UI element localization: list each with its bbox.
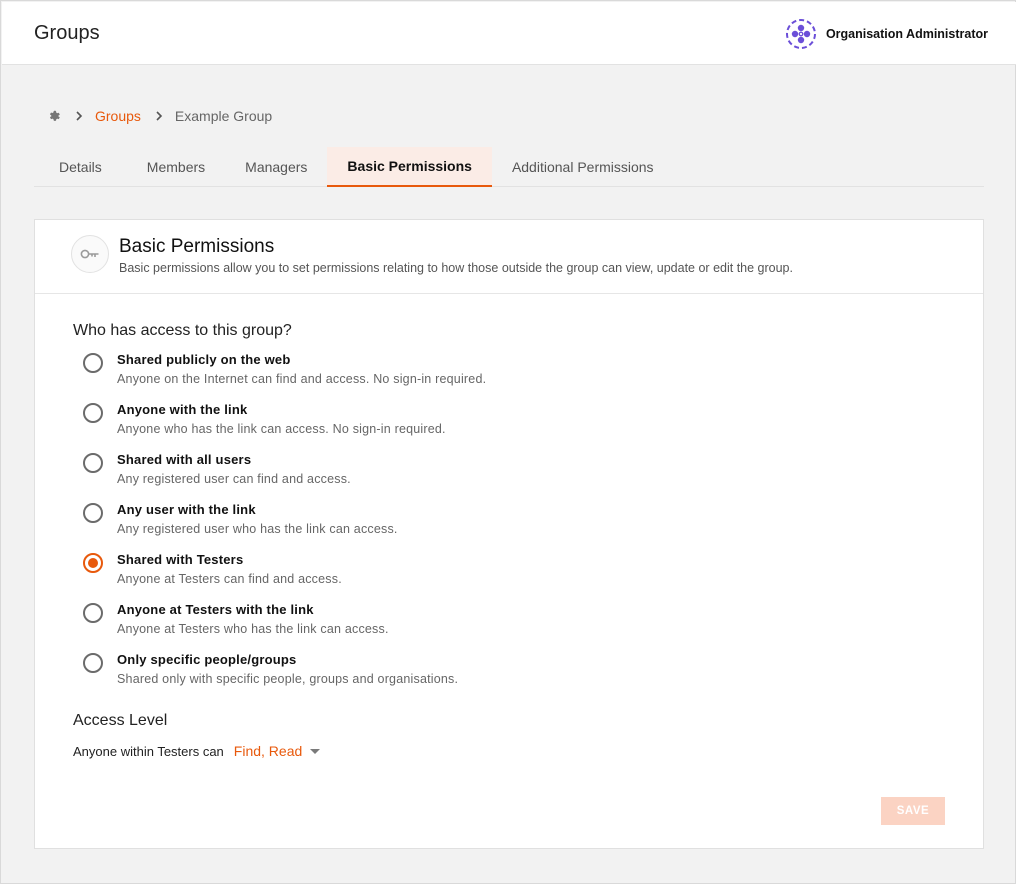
gear-icon[interactable] bbox=[47, 109, 61, 123]
option-label: Only specific people/groups bbox=[117, 652, 297, 667]
tab-basic-permissions[interactable]: Basic Permissions bbox=[327, 147, 492, 187]
access-level-prefix: Anyone within Testers can bbox=[73, 743, 224, 759]
radio-button-selected[interactable] bbox=[83, 553, 103, 573]
card-subtitle: Basic permissions allow you to set permi… bbox=[119, 261, 793, 275]
option-label: Shared with Testers bbox=[117, 552, 244, 567]
tab-additional-permissions[interactable]: Additional Permissions bbox=[492, 147, 674, 186]
option-anyone-with-link[interactable]: Anyone with the link Anyone who has the … bbox=[81, 402, 881, 452]
access-level-row: Anyone within Testers can Find, Read bbox=[73, 743, 321, 759]
option-description: Anyone who has the link can access. No s… bbox=[117, 422, 446, 436]
access-level-title: Access Level bbox=[73, 712, 168, 729]
option-testers-with-link[interactable]: Anyone at Testers with the link Anyone a… bbox=[81, 602, 881, 652]
org-logo-icon bbox=[785, 19, 816, 49]
radio-button[interactable] bbox=[83, 653, 103, 673]
org-name: Organisation Administrator bbox=[825, 27, 988, 41]
tab-details[interactable]: Details bbox=[34, 147, 147, 186]
breadcrumb-separator-chevron-icon bbox=[155, 111, 163, 121]
caret-down-icon bbox=[310, 748, 321, 754]
option-shared-with-testers[interactable]: Shared with Testers Anyone at Testers ca… bbox=[81, 552, 881, 602]
radio-button[interactable] bbox=[83, 453, 103, 473]
breadcrumb-current: Example Group bbox=[174, 108, 273, 124]
page-title: Groups bbox=[34, 22, 100, 44]
option-any-user-with-link[interactable]: Any user with the link Any registered us… bbox=[81, 502, 881, 552]
option-description: Anyone at Testers can find and access. bbox=[117, 572, 342, 586]
access-level-dropdown[interactable]: Find, Read bbox=[233, 743, 321, 759]
key-badge bbox=[71, 235, 109, 273]
breadcrumb-separator-chevron-icon bbox=[75, 111, 83, 121]
permissions-card: Basic Permissions Basic permissions allo… bbox=[34, 219, 984, 849]
breadcrumb-link-groups[interactable]: Groups bbox=[95, 108, 141, 124]
tab-bar: Details Members Managers Basic Permissio… bbox=[34, 147, 984, 187]
top-bar: Groups Organisation Administrator bbox=[2, 2, 1016, 65]
key-icon bbox=[80, 249, 99, 259]
access-level-value: Find, Read bbox=[233, 743, 303, 759]
option-description: Shared only with specific people, groups… bbox=[117, 672, 459, 686]
tab-members[interactable]: Members bbox=[147, 147, 245, 186]
option-specific-people[interactable]: Only specific people/groups Shared only … bbox=[81, 652, 881, 702]
tab-managers[interactable]: Managers bbox=[245, 147, 327, 186]
app-frame: Groups Organisation Administrator Groups… bbox=[0, 0, 1016, 884]
option-description: Anyone on the Internet can find and acce… bbox=[117, 372, 487, 386]
access-options: Shared publicly on the web Anyone on the… bbox=[81, 352, 881, 702]
option-label: Shared with all users bbox=[117, 452, 252, 467]
option-label: Shared publicly on the web bbox=[117, 352, 291, 367]
option-description: Any registered user who has the link can… bbox=[117, 522, 398, 536]
radio-button[interactable] bbox=[83, 603, 103, 623]
card-header: Basic Permissions Basic permissions allo… bbox=[35, 220, 983, 294]
option-shared-all-users[interactable]: Shared with all users Any registered use… bbox=[81, 452, 881, 502]
option-label: Any user with the link bbox=[117, 502, 256, 517]
option-label: Anyone at Testers with the link bbox=[117, 602, 314, 617]
breadcrumb: Groups Example Group bbox=[47, 107, 272, 125]
option-description: Anyone at Testers who has the link can a… bbox=[117, 622, 389, 636]
option-shared-publicly[interactable]: Shared publicly on the web Anyone on the… bbox=[81, 352, 881, 402]
option-description: Any registered user can find and access. bbox=[117, 472, 351, 486]
save-button[interactable]: SAVE bbox=[881, 797, 945, 825]
card-title: Basic Permissions bbox=[119, 236, 275, 257]
radio-button[interactable] bbox=[83, 503, 103, 523]
option-label: Anyone with the link bbox=[117, 402, 248, 417]
radio-button[interactable] bbox=[83, 353, 103, 373]
access-question: Who has access to this group? bbox=[73, 322, 292, 339]
radio-button[interactable] bbox=[83, 403, 103, 423]
org-switcher[interactable]: Organisation Administrator bbox=[784, 17, 988, 51]
